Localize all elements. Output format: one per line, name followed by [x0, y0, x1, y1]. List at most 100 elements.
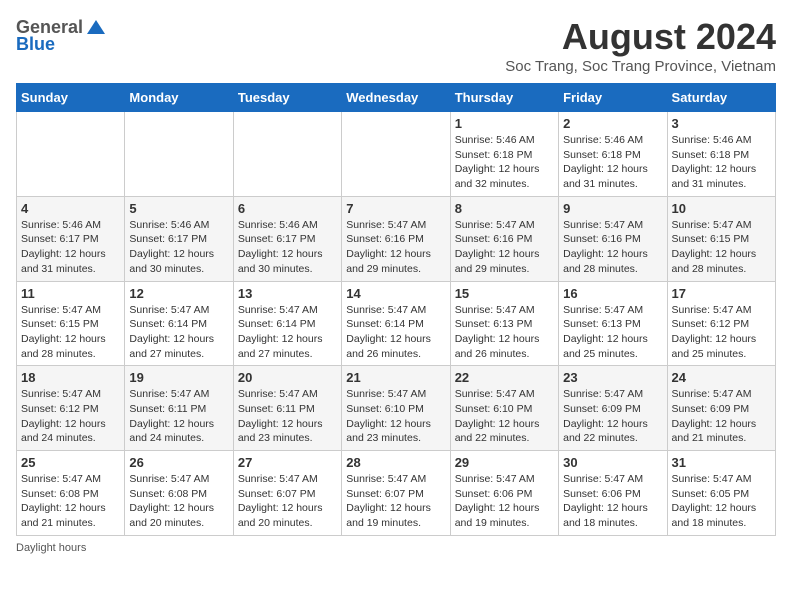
day-info: Sunrise: 5:47 AMSunset: 6:13 PMDaylight:…	[455, 303, 554, 362]
day-number: 22	[455, 370, 554, 385]
day-info: Sunrise: 5:47 AMSunset: 6:08 PMDaylight:…	[21, 472, 120, 531]
day-cell-26: 26 Sunrise: 5:47 AMSunset: 6:08 PMDayligh…	[125, 451, 233, 536]
day-cell-31: 31 Sunrise: 5:47 AMSunset: 6:05 PMDayligh…	[667, 451, 775, 536]
day-number: 28	[346, 455, 445, 470]
day-cell-empty	[17, 112, 125, 197]
day-number: 15	[455, 286, 554, 301]
day-cell-6: 6Sunrise: 5:46 AMSunset: 6:17 PMDaylight…	[233, 196, 341, 281]
week-row-2: 4Sunrise: 5:46 AMSunset: 6:17 PMDaylight…	[17, 196, 776, 281]
day-cell-24: 24 Sunrise: 5:47 AMSunset: 6:09 PMDayligh…	[667, 366, 775, 451]
day-number: 25	[21, 455, 120, 470]
day-info: Sunrise: 5:46 AMSunset: 6:18 PMDaylight:…	[563, 133, 662, 192]
day-number: 10	[672, 201, 771, 216]
day-info: Sunrise: 5:47 AMSunset: 6:15 PMDaylight:…	[672, 218, 771, 277]
day-number: 11	[21, 286, 120, 301]
day-cell-8: 8Sunrise: 5:47 AMSunset: 6:16 PMDaylight…	[450, 196, 558, 281]
day-cell-17: 17Sunrise: 5:47 AMSunset: 6:12 PMDayligh…	[667, 281, 775, 366]
day-number: 5	[129, 201, 228, 216]
day-number: 20	[238, 370, 337, 385]
day-cell-29: 29 Sunrise: 5:47 AMSunset: 6:06 PMDayligh…	[450, 451, 558, 536]
header-row: SundayMondayTuesdayWednesdayThursdayFrid…	[17, 84, 776, 112]
day-info: Sunrise: 5:47 AMSunset: 6:16 PMDaylight:…	[346, 218, 445, 277]
week-row-3: 11 Sunrise: 5:47 AMSunset: 6:15 PMDayligh…	[17, 281, 776, 366]
header-cell-sunday: Sunday	[17, 84, 125, 112]
day-cell-21: 21 Sunrise: 5:47 AMSunset: 6:10 PMDayligh…	[342, 366, 450, 451]
day-number: 7	[346, 201, 445, 216]
day-number: 6	[238, 201, 337, 216]
day-number: 1	[455, 116, 554, 131]
calendar-table: SundayMondayTuesdayWednesdayThursdayFrid…	[16, 83, 776, 536]
logo: General Blue	[16, 16, 107, 55]
day-cell-18: 18Sunrise: 5:47 AMSunset: 6:12 PMDayligh…	[17, 366, 125, 451]
day-info: Sunrise: 5:47 AMSunset: 6:11 PMDaylight:…	[238, 387, 337, 446]
week-row-1: 1 Sunrise: 5:46 AMSunset: 6:18 PMDaylight…	[17, 112, 776, 197]
header-cell-wednesday: Wednesday	[342, 84, 450, 112]
day-info: Sunrise: 5:47 AMSunset: 6:12 PMDaylight:…	[21, 387, 120, 446]
day-info: Sunrise: 5:46 AMSunset: 6:17 PMDaylight:…	[129, 218, 228, 277]
day-number: 30	[563, 455, 662, 470]
day-cell-9: 9Sunrise: 5:47 AMSunset: 6:16 PMDaylight…	[559, 196, 667, 281]
day-number: 31	[672, 455, 771, 470]
day-info: Sunrise: 5:47 AMSunset: 6:06 PMDaylight:…	[563, 472, 662, 531]
calendar-body: 1 Sunrise: 5:46 AMSunset: 6:18 PMDaylight…	[17, 112, 776, 536]
day-info: Sunrise: 5:47 AMSunset: 6:16 PMDaylight:…	[563, 218, 662, 277]
day-cell-1: 1 Sunrise: 5:46 AMSunset: 6:18 PMDaylight…	[450, 112, 558, 197]
day-number: 12	[129, 286, 228, 301]
day-cell-13: 13Sunrise: 5:47 AMSunset: 6:14 PMDayligh…	[233, 281, 341, 366]
calendar-subtitle: Soc Trang, Soc Trang Province, Vietnam	[505, 58, 776, 75]
week-row-4: 18Sunrise: 5:47 AMSunset: 6:12 PMDayligh…	[17, 366, 776, 451]
day-info: Sunrise: 5:47 AMSunset: 6:07 PMDaylight:…	[238, 472, 337, 531]
day-cell-20: 20 Sunrise: 5:47 AMSunset: 6:11 PMDayligh…	[233, 366, 341, 451]
day-number: 19	[129, 370, 228, 385]
calendar-header: SundayMondayTuesdayWednesdayThursdayFrid…	[17, 84, 776, 112]
day-cell-27: 27 Sunrise: 5:47 AMSunset: 6:07 PMDayligh…	[233, 451, 341, 536]
day-cell-19: 19 Sunrise: 5:47 AMSunset: 6:11 PMDayligh…	[125, 366, 233, 451]
day-cell-2: 2Sunrise: 5:46 AMSunset: 6:18 PMDaylight…	[559, 112, 667, 197]
day-info: Sunrise: 5:47 AMSunset: 6:06 PMDaylight:…	[455, 472, 554, 531]
day-info: Sunrise: 5:47 AMSunset: 6:12 PMDaylight:…	[672, 303, 771, 362]
day-info: Sunrise: 5:47 AMSunset: 6:09 PMDaylight:…	[563, 387, 662, 446]
day-number: 26	[129, 455, 228, 470]
day-cell-4: 4Sunrise: 5:46 AMSunset: 6:17 PMDaylight…	[17, 196, 125, 281]
title-area: August 2024 Soc Trang, Soc Trang Provinc…	[505, 16, 776, 75]
day-info: Sunrise: 5:47 AMSunset: 6:05 PMDaylight:…	[672, 472, 771, 531]
day-cell-25: 25 Sunrise: 5:47 AMSunset: 6:08 PMDayligh…	[17, 451, 125, 536]
day-info: Sunrise: 5:47 AMSunset: 6:08 PMDaylight:…	[129, 472, 228, 531]
header-cell-tuesday: Tuesday	[233, 84, 341, 112]
header-cell-monday: Monday	[125, 84, 233, 112]
day-cell-15: 15 Sunrise: 5:47 AMSunset: 6:13 PMDayligh…	[450, 281, 558, 366]
day-cell-empty	[233, 112, 341, 197]
week-row-5: 25 Sunrise: 5:47 AMSunset: 6:08 PMDayligh…	[17, 451, 776, 536]
day-info: Sunrise: 5:46 AMSunset: 6:18 PMDaylight:…	[455, 133, 554, 192]
day-number: 8	[455, 201, 554, 216]
day-cell-5: 5 Sunrise: 5:46 AMSunset: 6:17 PMDaylight…	[125, 196, 233, 281]
day-cell-23: 23 Sunrise: 5:47 AMSunset: 6:09 PMDayligh…	[559, 366, 667, 451]
footer-note: Daylight hours	[16, 542, 776, 554]
day-info: Sunrise: 5:47 AMSunset: 6:14 PMDaylight:…	[346, 303, 445, 362]
calendar-title: August 2024	[505, 16, 776, 58]
day-info: Sunrise: 5:47 AMSunset: 6:15 PMDaylight:…	[21, 303, 120, 362]
header-cell-thursday: Thursday	[450, 84, 558, 112]
day-cell-16: 16Sunrise: 5:47 AMSunset: 6:13 PMDayligh…	[559, 281, 667, 366]
header-cell-friday: Friday	[559, 84, 667, 112]
day-info: Sunrise: 5:47 AMSunset: 6:10 PMDaylight:…	[455, 387, 554, 446]
header-cell-saturday: Saturday	[667, 84, 775, 112]
day-cell-30: 30 Sunrise: 5:47 AMSunset: 6:06 PMDayligh…	[559, 451, 667, 536]
day-number: 21	[346, 370, 445, 385]
logo-triangle-icon	[85, 16, 107, 38]
day-cell-22: 22 Sunrise: 5:47 AMSunset: 6:10 PMDayligh…	[450, 366, 558, 451]
day-cell-14: 14Sunrise: 5:47 AMSunset: 6:14 PMDayligh…	[342, 281, 450, 366]
day-info: Sunrise: 5:47 AMSunset: 6:11 PMDaylight:…	[129, 387, 228, 446]
day-info: Sunrise: 5:47 AMSunset: 6:07 PMDaylight:…	[346, 472, 445, 531]
day-number: 24	[672, 370, 771, 385]
day-info: Sunrise: 5:47 AMSunset: 6:10 PMDaylight:…	[346, 387, 445, 446]
day-number: 27	[238, 455, 337, 470]
day-info: Sunrise: 5:47 AMSunset: 6:09 PMDaylight:…	[672, 387, 771, 446]
day-cell-11: 11 Sunrise: 5:47 AMSunset: 6:15 PMDayligh…	[17, 281, 125, 366]
day-number: 29	[455, 455, 554, 470]
day-number: 3	[672, 116, 771, 131]
day-cell-7: 7 Sunrise: 5:47 AMSunset: 6:16 PMDaylight…	[342, 196, 450, 281]
day-info: Sunrise: 5:47 AMSunset: 6:14 PMDaylight:…	[129, 303, 228, 362]
day-number: 23	[563, 370, 662, 385]
day-cell-28: 28 Sunrise: 5:47 AMSunset: 6:07 PMDayligh…	[342, 451, 450, 536]
